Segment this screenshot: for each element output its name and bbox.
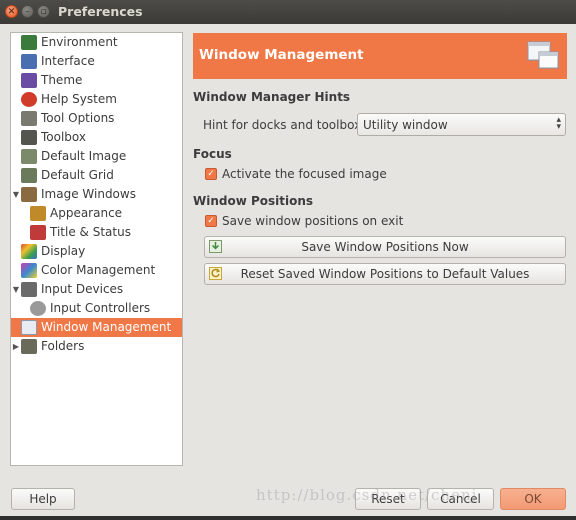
window-title: Preferences bbox=[58, 4, 143, 19]
tool-options-icon bbox=[21, 111, 37, 126]
folders-icon bbox=[21, 339, 37, 354]
sidebar-item-label: Environment bbox=[41, 35, 118, 49]
sidebar-item-label: Default Grid bbox=[41, 168, 114, 182]
sidebar-item-label: Interface bbox=[41, 54, 95, 68]
page-title: Window Management bbox=[199, 47, 364, 63]
save-positions-now-label: Save Window Positions Now bbox=[301, 240, 469, 254]
save-on-exit-label: Save window positions on exit bbox=[222, 214, 404, 228]
expander-open-icon[interactable]: ▼ bbox=[11, 185, 21, 204]
ok-button[interactable]: OK bbox=[500, 488, 566, 510]
sidebar-item-input-devices[interactable]: ▼ Input Devices bbox=[11, 280, 182, 299]
sidebar-item-tool-options[interactable]: Tool Options bbox=[11, 109, 182, 128]
sidebar-item-label: Image Windows bbox=[41, 187, 136, 201]
color-management-icon bbox=[21, 263, 37, 278]
help-button[interactable]: Help bbox=[11, 488, 75, 510]
sidebar-item-title-status[interactable]: Title & Status bbox=[11, 223, 182, 242]
sidebar-item-input-controllers[interactable]: Input Controllers bbox=[11, 299, 182, 318]
hint-dropdown-value: Utility window bbox=[363, 118, 448, 132]
section-window-manager-hints: Window Manager Hints bbox=[193, 90, 351, 104]
hint-dropdown[interactable]: Utility window ▴ ▾ bbox=[357, 113, 566, 136]
minimize-window-button[interactable]: – bbox=[21, 5, 34, 18]
default-grid-icon bbox=[21, 168, 37, 183]
close-window-button[interactable]: ✕ bbox=[5, 5, 18, 18]
hint-label: Hint for docks and toolbox: bbox=[203, 118, 366, 132]
reset-icon bbox=[209, 267, 222, 280]
interface-icon bbox=[21, 54, 37, 69]
reset-positions-button[interactable]: Reset Saved Window Positions to Default … bbox=[204, 263, 566, 285]
activate-focused-label: Activate the focused image bbox=[222, 167, 387, 181]
input-devices-icon bbox=[21, 282, 37, 297]
sidebar-item-label: Folders bbox=[41, 339, 85, 353]
image-windows-icon bbox=[21, 187, 37, 202]
sidebar-item-appearance[interactable]: Appearance bbox=[11, 204, 182, 223]
window-management-icon bbox=[21, 320, 37, 335]
sidebar-item-label: Input Controllers bbox=[50, 301, 151, 315]
sidebar-item-image-windows[interactable]: ▼ Image Windows bbox=[11, 185, 182, 204]
sidebar-item-toolbox[interactable]: Toolbox bbox=[11, 128, 182, 147]
default-image-icon bbox=[21, 149, 37, 164]
title-status-icon bbox=[30, 225, 46, 240]
sidebar-item-label: Help System bbox=[41, 92, 117, 106]
sidebar-item-help-system[interactable]: Help System bbox=[11, 90, 182, 109]
reset-positions-label: Reset Saved Window Positions to Default … bbox=[240, 267, 530, 281]
sidebar-item-label: Toolbox bbox=[41, 130, 86, 144]
sidebar-item-default-image[interactable]: Default Image bbox=[11, 147, 182, 166]
save-on-exit-checkbox[interactable]: ✓ bbox=[205, 215, 217, 227]
sidebar-item-folders[interactable]: ▶ Folders bbox=[11, 337, 182, 356]
sidebar-item-label: Appearance bbox=[50, 206, 123, 220]
appearance-icon bbox=[30, 206, 46, 221]
category-sidebar: Environment Interface Theme Help System … bbox=[10, 32, 183, 466]
environment-icon bbox=[21, 35, 37, 50]
sidebar-item-display[interactable]: Display bbox=[11, 242, 182, 261]
sidebar-item-label: Default Image bbox=[41, 149, 127, 163]
sidebar-item-color-management[interactable]: Color Management bbox=[11, 261, 182, 280]
theme-icon bbox=[21, 73, 37, 88]
watermark: http://blog.csdn.net/chenj bbox=[256, 486, 478, 504]
input-controllers-icon bbox=[30, 301, 46, 316]
save-icon bbox=[209, 240, 222, 253]
maximize-window-button[interactable]: ▫ bbox=[37, 5, 50, 18]
toolbox-icon bbox=[21, 130, 37, 145]
window-management-icon bbox=[527, 41, 559, 69]
expander-open-icon[interactable]: ▼ bbox=[11, 280, 21, 299]
display-icon bbox=[21, 244, 37, 259]
sidebar-item-interface[interactable]: Interface bbox=[11, 52, 182, 71]
page-header: Window Management bbox=[193, 33, 567, 79]
sidebar-item-label: Input Devices bbox=[41, 282, 124, 296]
expander-closed-icon[interactable]: ▶ bbox=[11, 337, 21, 356]
activate-focused-checkbox[interactable]: ✓ bbox=[205, 168, 217, 180]
sidebar-item-label: Tool Options bbox=[41, 111, 115, 125]
sidebar-item-window-management[interactable]: Window Management bbox=[11, 318, 182, 337]
sidebar-item-theme[interactable]: Theme bbox=[11, 71, 182, 90]
sidebar-item-label: Title & Status bbox=[50, 225, 131, 239]
sidebar-item-label: Color Management bbox=[41, 263, 156, 277]
section-focus: Focus bbox=[193, 147, 232, 161]
section-window-positions: Window Positions bbox=[193, 194, 314, 208]
sidebar-item-environment[interactable]: Environment bbox=[11, 33, 182, 52]
dropdown-arrows-icon: ▴ ▾ bbox=[556, 115, 561, 132]
help-system-icon bbox=[21, 92, 37, 107]
window-bottom-edge bbox=[0, 516, 576, 520]
sidebar-item-default-grid[interactable]: Default Grid bbox=[11, 166, 182, 185]
save-positions-now-button[interactable]: Save Window Positions Now bbox=[204, 236, 566, 258]
title-bar: ✕ – ▫ Preferences bbox=[0, 0, 576, 24]
sidebar-item-label: Display bbox=[41, 244, 86, 258]
sidebar-item-label: Window Management bbox=[41, 320, 172, 334]
sidebar-item-label: Theme bbox=[41, 73, 83, 87]
